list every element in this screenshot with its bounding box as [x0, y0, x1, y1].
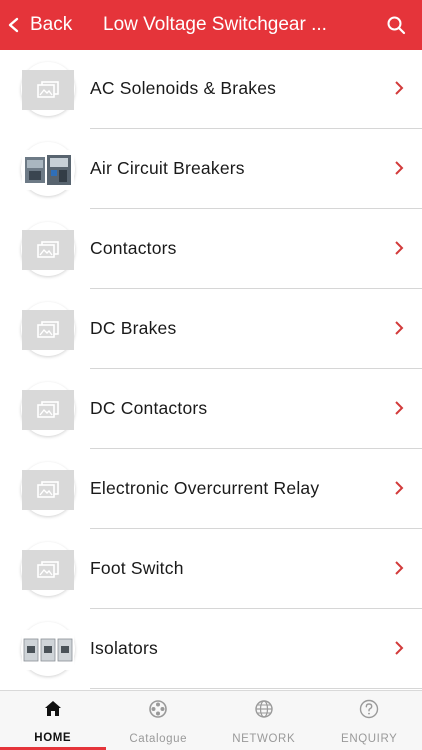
category-list: AC Solenoids & Brakes Air Circuit Breake…	[0, 50, 422, 690]
list-item[interactable]: Air Circuit Breakers	[0, 130, 422, 210]
list-item-label: Foot Switch	[90, 558, 184, 578]
app-header: Back Low Voltage Switchgear ...	[0, 0, 422, 50]
divider	[90, 528, 422, 529]
chevron-right-icon	[395, 81, 404, 95]
divider	[90, 688, 422, 689]
chevron-right-icon	[395, 161, 404, 175]
chevron-right-icon	[395, 561, 404, 575]
tab-home[interactable]: HOME	[0, 691, 106, 750]
tab-enquiry[interactable]: ENQUIRY	[317, 691, 422, 750]
list-item-label: Contactors	[90, 238, 177, 258]
placeholder-image-icon	[22, 550, 74, 590]
list-item[interactable]: Contactors	[0, 210, 422, 290]
search-icon[interactable]	[386, 15, 406, 35]
globe-icon	[255, 700, 273, 718]
question-icon	[360, 699, 379, 719]
list-item[interactable]: AC Solenoids & Brakes	[0, 50, 422, 130]
product-photo	[22, 150, 74, 190]
list-item-label: DC Contactors	[90, 398, 208, 418]
tab-catalogue[interactable]: Catalogue	[106, 691, 212, 750]
chevron-right-icon	[395, 481, 404, 495]
list-item-label: Air Circuit Breakers	[90, 158, 245, 178]
divider	[90, 448, 422, 449]
tab-label: NETWORK	[232, 733, 296, 745]
home-icon	[44, 701, 61, 716]
list-item[interactable]: Electronic Overcurrent Relay	[0, 450, 422, 530]
list-item-label: Electronic Overcurrent Relay	[90, 478, 320, 498]
product-photo	[22, 630, 74, 670]
divider	[90, 128, 422, 129]
divider	[90, 288, 422, 289]
list-item[interactable]: DC Contactors	[0, 370, 422, 450]
placeholder-image-icon	[22, 310, 74, 350]
list-item[interactable]: Isolators	[0, 610, 422, 690]
list-item-label: DC Brakes	[90, 318, 177, 338]
divider	[90, 608, 422, 609]
list-item[interactable]: Foot Switch	[0, 530, 422, 610]
tab-label: Catalogue	[129, 733, 188, 745]
chevron-right-icon	[395, 321, 404, 335]
bottom-tab-bar: HOME Catalogue NETWORK ENQUIRY	[0, 690, 422, 750]
catalogue-icon	[149, 700, 168, 718]
chevron-left-icon	[8, 17, 19, 33]
chevron-right-icon	[395, 241, 404, 255]
list-item[interactable]: DC Brakes	[0, 290, 422, 370]
placeholder-image-icon	[22, 470, 74, 510]
chevron-right-icon	[395, 401, 404, 415]
page-title: Low Voltage Switchgear ...	[103, 14, 327, 35]
list-item-label: AC Solenoids & Brakes	[90, 78, 277, 98]
placeholder-image-icon	[22, 390, 74, 430]
tab-label: ENQUIRY	[341, 733, 398, 745]
back-label: Back	[30, 14, 73, 35]
list-item-label: Isolators	[90, 638, 158, 658]
back-button[interactable]: Back	[6, 0, 72, 50]
divider	[90, 208, 422, 209]
tab-network[interactable]: NETWORK	[211, 691, 317, 750]
tab-label: HOME	[34, 732, 72, 744]
divider	[90, 368, 422, 369]
chevron-right-icon	[395, 641, 404, 655]
placeholder-image-icon	[22, 230, 74, 270]
placeholder-image-icon	[22, 70, 74, 110]
